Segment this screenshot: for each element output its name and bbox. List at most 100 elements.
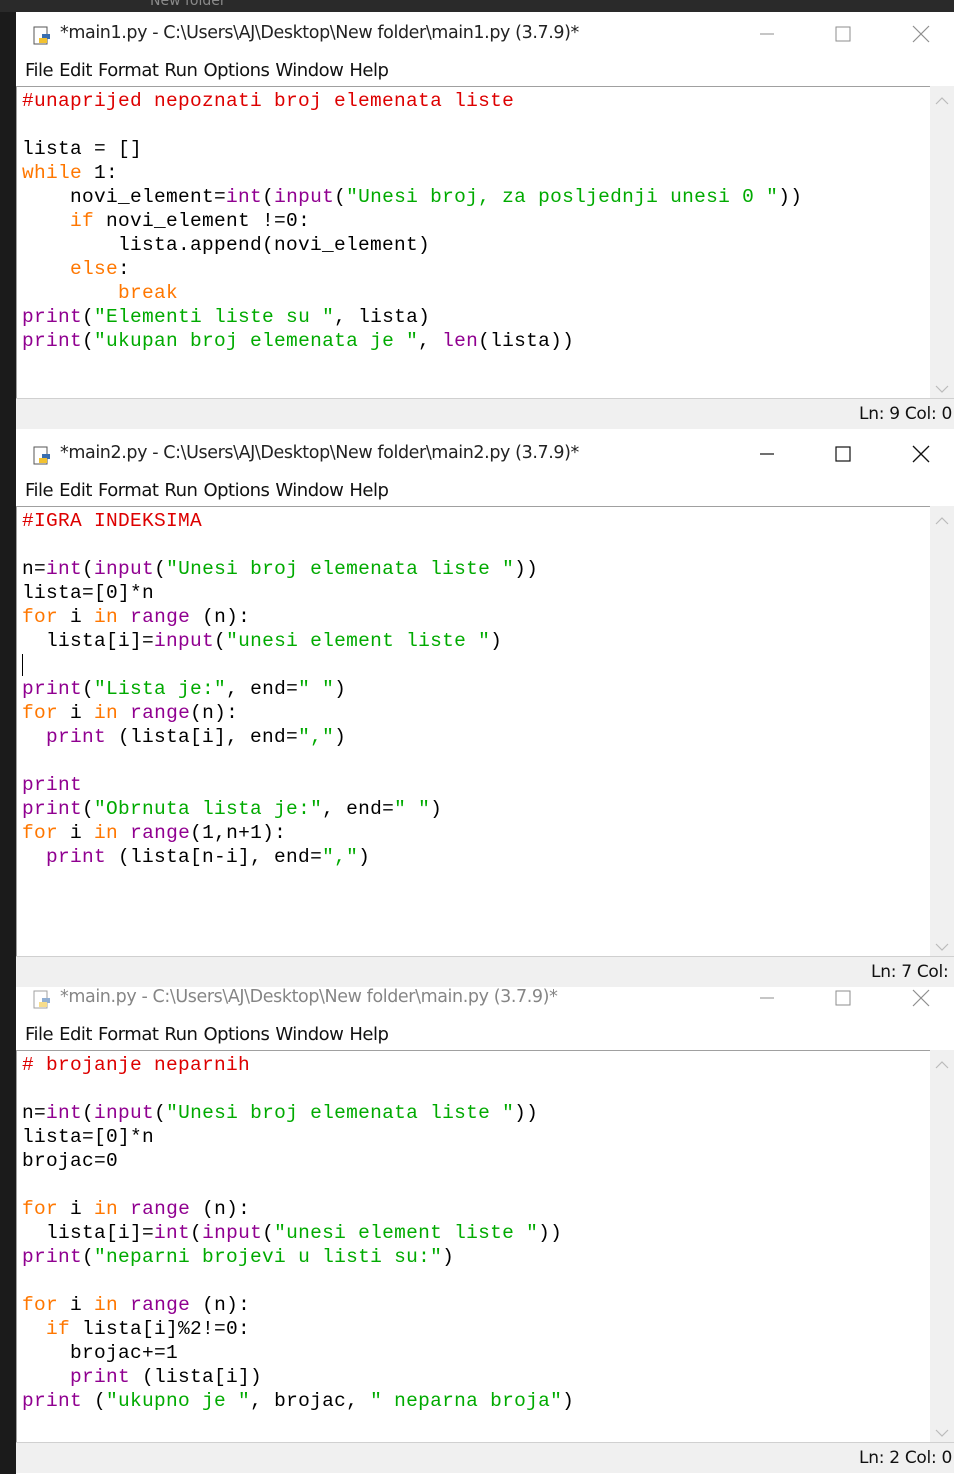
code-line[interactable]: n=int(input("Unesi broj elemenata liste …: [22, 557, 538, 581]
scroll-down-arrow-icon[interactable]: [935, 1428, 949, 1438]
menu-file[interactable]: File: [22, 1020, 56, 1050]
code-line[interactable]: print (lista[i]): [22, 1365, 574, 1389]
code-line[interactable]: brojac=0: [22, 1149, 574, 1173]
code-line[interactable]: break: [22, 281, 802, 305]
menu-format[interactable]: Format: [95, 56, 161, 86]
minimize-button[interactable]: [744, 988, 790, 1016]
menu-run[interactable]: Run: [161, 476, 200, 506]
scroll-down-arrow-icon[interactable]: [935, 942, 949, 952]
scroll-up-arrow-icon[interactable]: [935, 96, 949, 106]
title-bar[interactable]: *main2.py - C:\Users\AJ\Desktop\New fold…: [16, 432, 954, 476]
idle-window-main1[interactable]: *main1.py - C:\Users\AJ\Desktop\New fold…: [16, 12, 954, 432]
menu-help[interactable]: Help: [346, 476, 391, 506]
menu-window[interactable]: Window: [272, 56, 346, 86]
maximize-button[interactable]: [820, 988, 866, 1016]
menu-edit[interactable]: Edit: [56, 1020, 95, 1050]
code-line[interactable]: else:: [22, 257, 802, 281]
scroll-down-arrow-icon[interactable]: [935, 384, 949, 394]
code-text[interactable]: #unaprijed nepoznati broj elemenata list…: [22, 89, 802, 353]
code-line[interactable]: lista = []: [22, 137, 802, 161]
code-line[interactable]: print("Obrnuta lista je:", end=" "): [22, 797, 538, 821]
close-button[interactable]: [898, 988, 944, 1016]
code-token: )): [778, 186, 803, 208]
code-line[interactable]: [22, 113, 802, 137]
menu-help[interactable]: Help: [346, 56, 391, 86]
code-line[interactable]: brojac+=1: [22, 1341, 574, 1365]
menu-format[interactable]: Format: [95, 476, 161, 506]
code-line[interactable]: for i in range(1,n+1):: [22, 821, 538, 845]
idle-window-main2[interactable]: *main2.py - C:\Users\AJ\Desktop\New fold…: [16, 432, 954, 988]
code-editor[interactable]: #unaprijed nepoznati broj elemenata list…: [16, 86, 930, 399]
code-line[interactable]: for i in range (n):: [22, 1293, 574, 1317]
vertical-scrollbar[interactable]: [930, 506, 954, 956]
maximize-button[interactable]: [820, 16, 866, 52]
vertical-scrollbar[interactable]: [930, 86, 954, 398]
builtin-token: range: [130, 606, 191, 628]
menu-run[interactable]: Run: [161, 1020, 200, 1050]
builtin-token: input: [94, 1102, 155, 1124]
code-line[interactable]: [22, 653, 538, 677]
code-line[interactable]: if lista[i]%2!=0:: [22, 1317, 574, 1341]
menu-file[interactable]: File: [22, 56, 56, 86]
vertical-scrollbar[interactable]: [930, 1050, 954, 1442]
menu-edit[interactable]: Edit: [56, 476, 95, 506]
menu-bar: File Edit Format Run Options Window Help: [16, 56, 954, 86]
code-line[interactable]: #IGRA INDEKSIMA: [22, 509, 538, 533]
scroll-up-arrow-icon[interactable]: [935, 1060, 949, 1070]
code-line[interactable]: if novi_element !=0:: [22, 209, 802, 233]
code-line[interactable]: for i in range(n):: [22, 701, 538, 725]
keyword-token: for: [22, 1294, 59, 1316]
menu-file[interactable]: File: [22, 476, 56, 506]
code-line[interactable]: # brojanje neparnih: [22, 1053, 574, 1077]
code-line[interactable]: lista=[0]*n: [22, 581, 538, 605]
menu-window[interactable]: Window: [272, 476, 346, 506]
code-token: ): [358, 846, 371, 868]
code-line[interactable]: print (lista[n-i], end=","): [22, 845, 538, 869]
code-line[interactable]: [22, 1269, 574, 1293]
code-editor[interactable]: #IGRA INDEKSIMA n=int(input("Unesi broj e…: [16, 506, 930, 957]
code-line[interactable]: lista[i]=int(input("unesi element liste …: [22, 1221, 574, 1245]
menu-options[interactable]: Options: [200, 476, 272, 506]
menu-options[interactable]: Options: [200, 1020, 272, 1050]
menu-run[interactable]: Run: [161, 56, 200, 86]
code-text[interactable]: #IGRA INDEKSIMA n=int(input("Unesi broj e…: [22, 509, 538, 869]
code-line[interactable]: while 1:: [22, 161, 802, 185]
minimize-button[interactable]: [744, 16, 790, 52]
code-line[interactable]: print ("ukupno je ", brojac, " neparna b…: [22, 1389, 574, 1413]
close-button[interactable]: [898, 16, 944, 52]
code-line[interactable]: [22, 1173, 574, 1197]
code-token: (lista[i]): [130, 1366, 263, 1388]
code-line[interactable]: [22, 533, 538, 557]
code-line[interactable]: lista.append(novi_element): [22, 233, 802, 257]
code-line[interactable]: [22, 749, 538, 773]
menu-help[interactable]: Help: [346, 1020, 391, 1050]
code-line[interactable]: lista[i]=input("unesi element liste "): [22, 629, 538, 653]
code-line[interactable]: print("ukupan broj elemenata je ", len(l…: [22, 329, 802, 353]
menu-format[interactable]: Format: [95, 1020, 161, 1050]
scroll-up-arrow-icon[interactable]: [935, 516, 949, 526]
code-line[interactable]: print("Elementi liste su ", lista): [22, 305, 802, 329]
code-line[interactable]: lista=[0]*n: [22, 1125, 574, 1149]
code-line[interactable]: for i in range (n):: [22, 605, 538, 629]
title-bar[interactable]: *main1.py - C:\Users\AJ\Desktop\New fold…: [16, 12, 954, 56]
builtin-token: print: [22, 306, 83, 328]
menu-edit[interactable]: Edit: [56, 56, 95, 86]
code-editor[interactable]: # brojanje neparnih n=int(input("Unesi br…: [16, 1050, 930, 1443]
code-line[interactable]: #unaprijed nepoznati broj elemenata list…: [22, 89, 802, 113]
menu-window[interactable]: Window: [272, 1020, 346, 1050]
code-line[interactable]: print: [22, 773, 538, 797]
idle-window-main[interactable]: *main.py - C:\Users\AJ\Desktop\New folde…: [16, 988, 954, 1474]
code-line[interactable]: print("Lista je:", end=" "): [22, 677, 538, 701]
code-line[interactable]: [22, 1077, 574, 1101]
code-line[interactable]: for i in range (n):: [22, 1197, 574, 1221]
title-bar[interactable]: *main.py - C:\Users\AJ\Desktop\New folde…: [16, 988, 954, 1009]
code-line[interactable]: print (lista[i], end=","): [22, 725, 538, 749]
code-line[interactable]: print("neparni brojevi u listi su:"): [22, 1245, 574, 1269]
minimize-button[interactable]: [744, 436, 790, 472]
maximize-button[interactable]: [820, 436, 866, 472]
close-button[interactable]: [898, 436, 944, 472]
code-text[interactable]: # brojanje neparnih n=int(input("Unesi br…: [22, 1053, 574, 1413]
code-line[interactable]: novi_element=int(input("Unesi broj, za p…: [22, 185, 802, 209]
menu-options[interactable]: Options: [200, 56, 272, 86]
code-line[interactable]: n=int(input("Unesi broj elemenata liste …: [22, 1101, 574, 1125]
